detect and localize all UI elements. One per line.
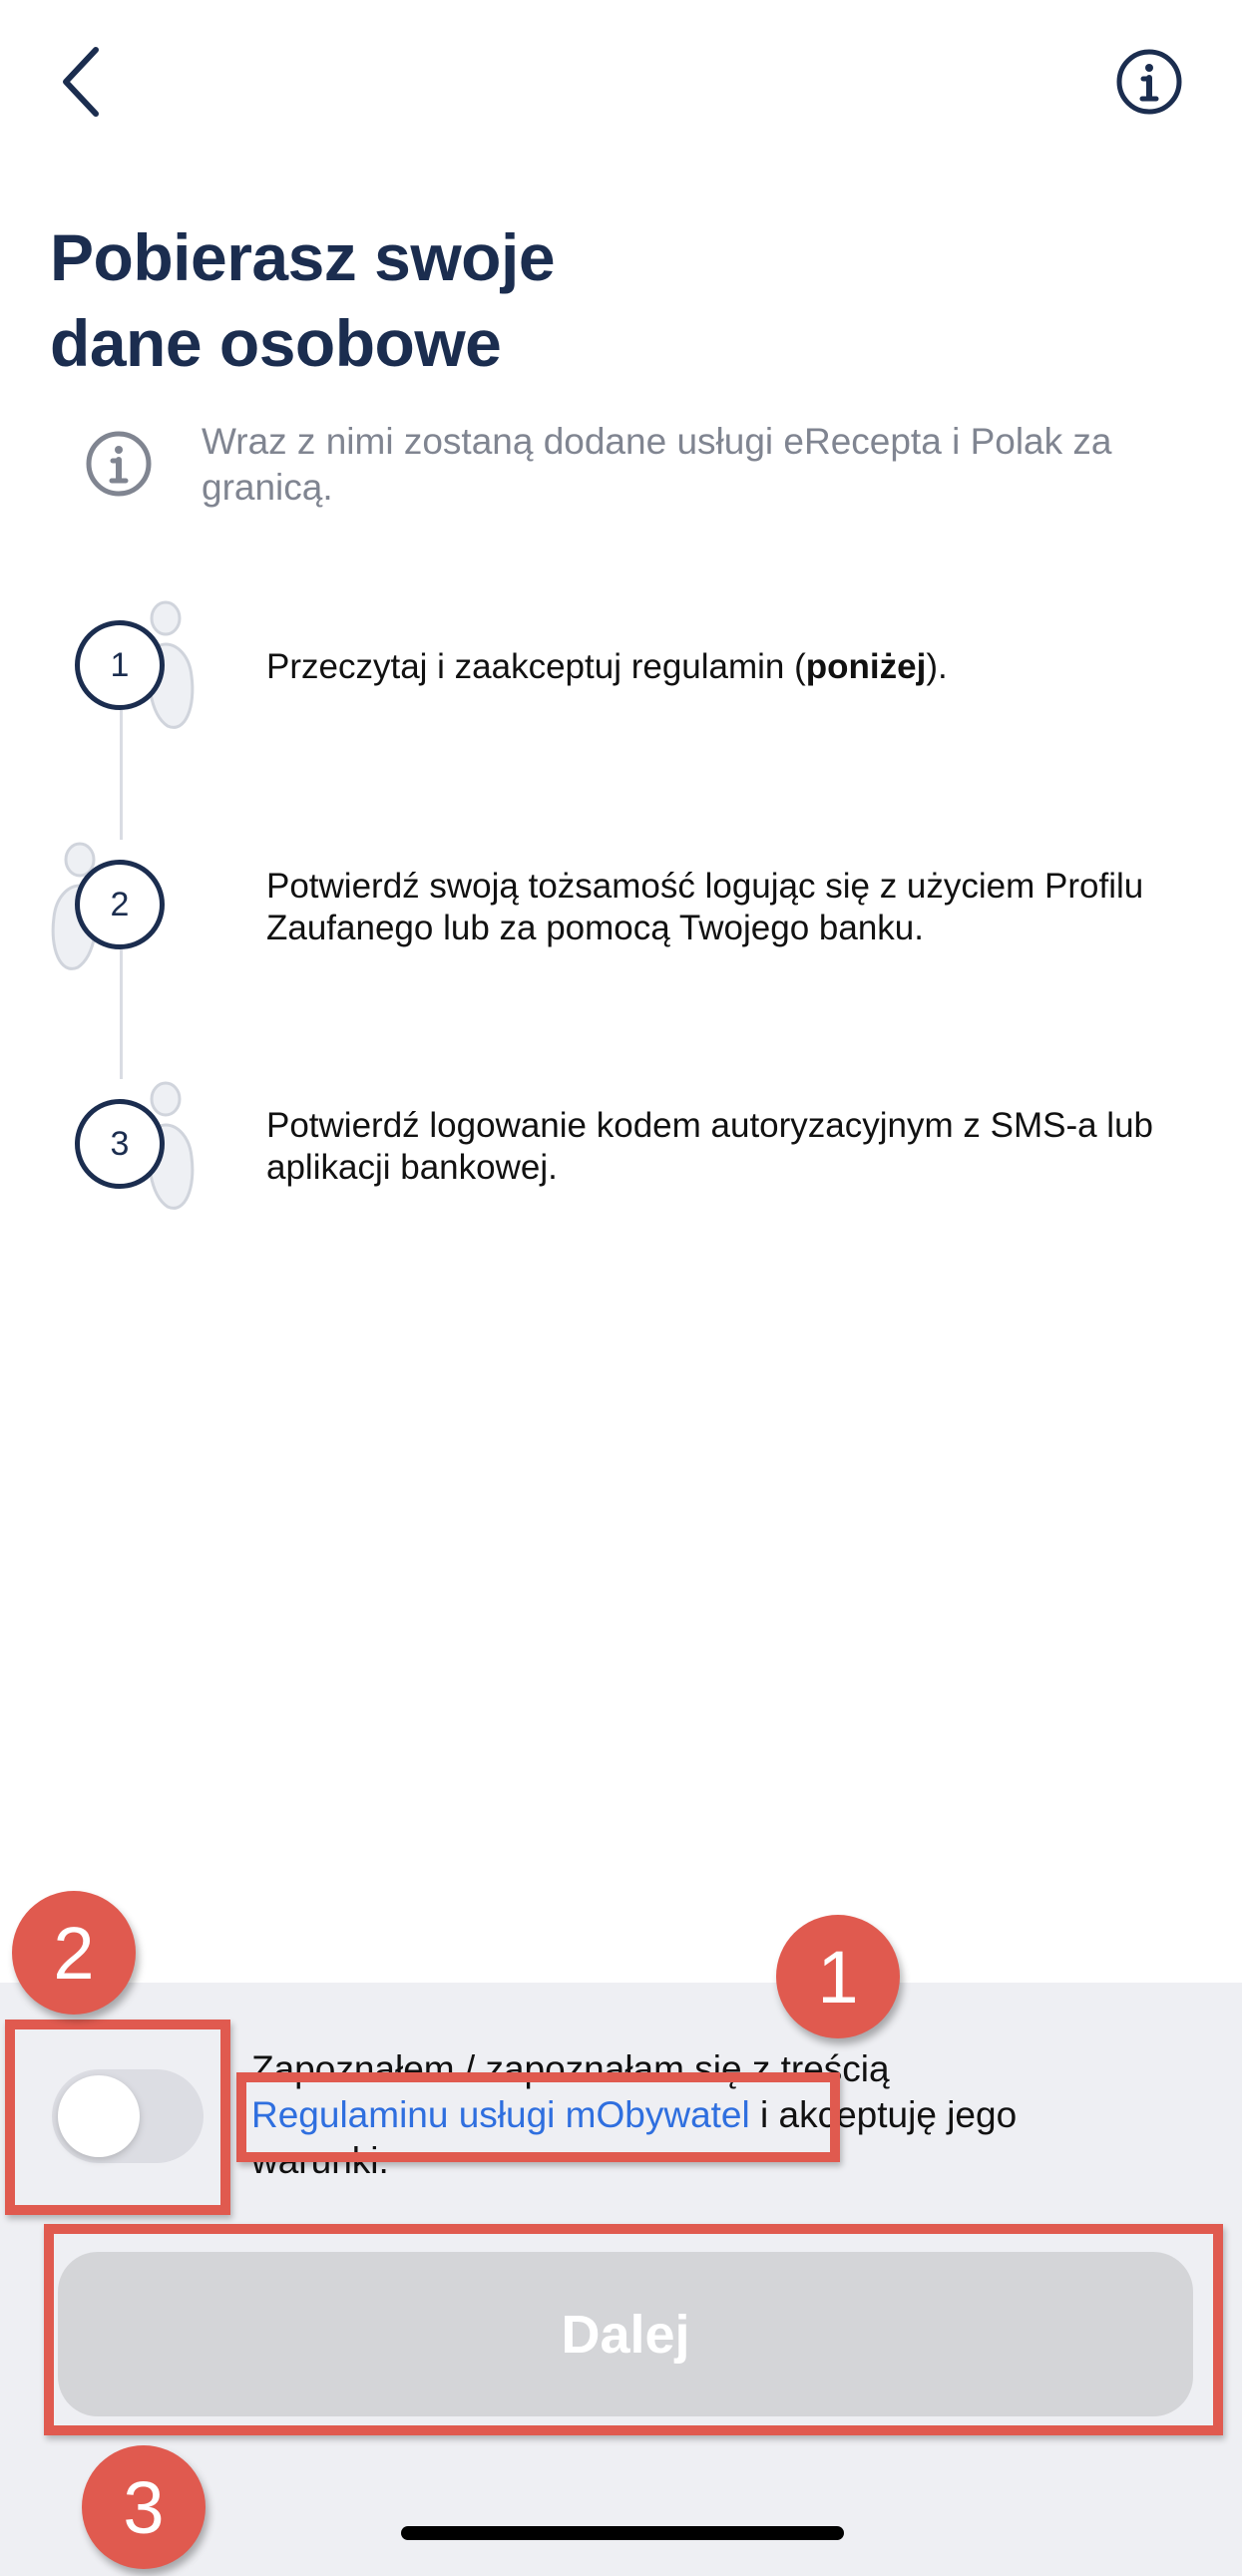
step-3-text: Potwierdź logowanie kodem autoryzacyjnym… bbox=[266, 1106, 1153, 1187]
annotation-badge-3: 3 bbox=[82, 2445, 206, 2569]
step-2-number: 2 bbox=[75, 860, 165, 949]
step-1-text-part: ). bbox=[926, 647, 948, 686]
back-button[interactable] bbox=[52, 42, 112, 122]
consent-text-line-3: warunki. bbox=[251, 2140, 389, 2181]
step-1-text: Przeczytaj i zaakceptuj regulamin (poniż… bbox=[266, 646, 1204, 688]
annotation-badge-1: 1 bbox=[776, 1915, 900, 2038]
chevron-left-icon bbox=[63, 47, 99, 117]
home-indicator bbox=[401, 2526, 844, 2540]
consent-toggle[interactable] bbox=[52, 2069, 204, 2163]
step-connector bbox=[120, 710, 123, 840]
step-1-text-bold: poniżej bbox=[805, 647, 927, 686]
step-3-number: 3 bbox=[75, 1099, 165, 1189]
consent-text-part: i akceptuję jego bbox=[749, 2094, 1018, 2135]
step-connector bbox=[120, 949, 123, 1079]
page-title-line-1: Pobierasz swoje bbox=[50, 220, 556, 294]
info-circle-icon bbox=[84, 429, 154, 499]
screen: Pobierasz swoje dane osobowe Wraz z nimi… bbox=[0, 0, 1242, 2576]
consent-text-line-2: Regulaminu usługi mObywatel i akceptuję … bbox=[251, 2092, 1017, 2138]
info-note-text: Wraz z nimi zostaną dodane usługi eRecep… bbox=[202, 421, 1112, 508]
page-title: Pobierasz swoje dane osobowe bbox=[50, 214, 948, 386]
step-1-number: 1 bbox=[75, 620, 165, 710]
toggle-knob bbox=[58, 2075, 140, 2157]
page-title-line-2: dane osobowe bbox=[50, 306, 502, 380]
step-2-text: Potwierdź swoją tożsamość logując się z … bbox=[266, 867, 1144, 947]
consent-text-line-1: Zapoznałem / zapoznałam się z treścią bbox=[251, 2048, 890, 2089]
terms-link[interactable]: Regulaminu usługi mObywatel bbox=[251, 2094, 750, 2135]
next-button[interactable]: Dalej bbox=[58, 2252, 1193, 2416]
info-button[interactable] bbox=[1115, 48, 1183, 116]
annotation-badge-2: 2 bbox=[12, 1891, 136, 2015]
info-circle-icon bbox=[1116, 49, 1182, 115]
step-1-text-part: Przeczytaj i zaakceptuj regulamin ( bbox=[266, 647, 806, 686]
